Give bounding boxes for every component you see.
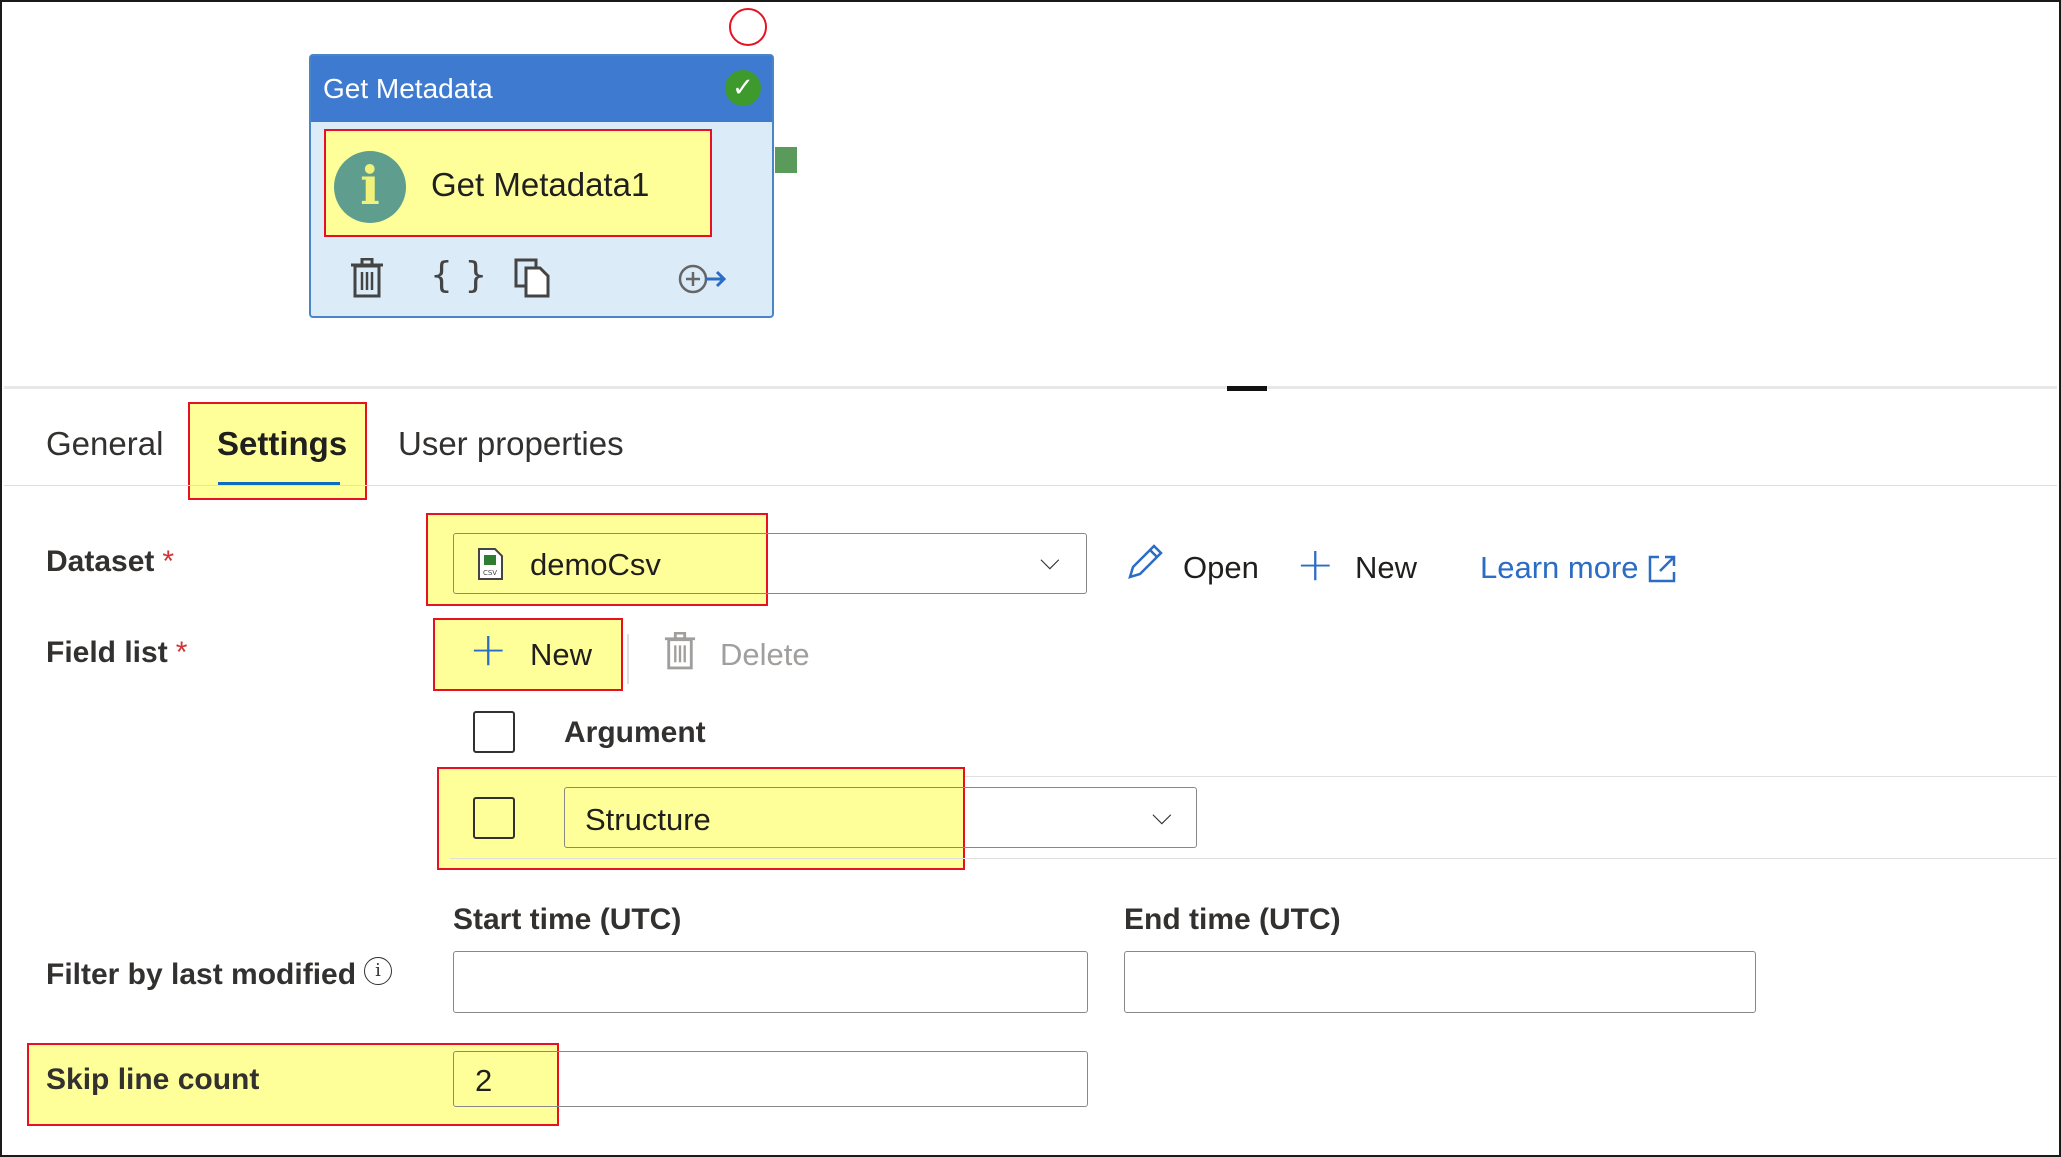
- toolbar-divider: [627, 634, 629, 684]
- copy-icon[interactable]: [514, 258, 550, 307]
- row-checkbox[interactable]: [473, 797, 515, 839]
- tab-general[interactable]: General: [46, 425, 163, 463]
- new-dataset-button[interactable]: New: [1355, 550, 1417, 586]
- pencil-icon[interactable]: [1124, 543, 1164, 588]
- dataset-label: Dataset *: [46, 545, 175, 578]
- plus-icon[interactable]: +: [469, 626, 508, 672]
- external-link-icon[interactable]: [1647, 554, 1677, 589]
- end-time-label: End time (UTC): [1124, 903, 1341, 936]
- info-icon[interactable]: i: [364, 957, 392, 985]
- argument-value: Structure: [585, 802, 711, 837]
- dataset-value: demoCsv: [530, 547, 661, 582]
- delete-field-button[interactable]: Delete: [720, 637, 810, 673]
- csv-file-icon: CSV: [477, 548, 503, 585]
- skip-line-count-input[interactable]: [453, 1051, 1088, 1107]
- activity-name: Get Metadata1: [431, 166, 650, 203]
- end-time-input[interactable]: [1124, 951, 1756, 1013]
- new-field-button[interactable]: New: [530, 637, 592, 673]
- output-port-icon[interactable]: [775, 147, 797, 173]
- argument-column-header: Argument: [564, 716, 706, 749]
- success-check-icon: ✓: [725, 70, 761, 106]
- learn-more-link[interactable]: Learn more: [1480, 550, 1639, 586]
- resize-handle[interactable]: [1227, 386, 1267, 391]
- plus-icon[interactable]: +: [1296, 541, 1335, 587]
- skip-line-count-label: Skip line count: [46, 1063, 260, 1096]
- delete-icon[interactable]: [350, 257, 384, 307]
- info-icon: i: [334, 151, 406, 223]
- start-time-input[interactable]: [453, 951, 1088, 1013]
- new-field-highlight: [433, 618, 623, 691]
- delete-icon[interactable]: [664, 631, 696, 675]
- tab-separator: [4, 485, 2057, 486]
- panel-divider: [4, 386, 2057, 389]
- add-output-icon[interactable]: [678, 262, 728, 305]
- activity-type-title: Get Metadata: [311, 56, 772, 122]
- tab-user-properties[interactable]: User properties: [398, 425, 624, 463]
- chevron-down-icon[interactable]: ⌵: [1152, 801, 1172, 832]
- select-all-checkbox[interactable]: [473, 711, 515, 753]
- tab-settings[interactable]: Settings: [217, 425, 347, 463]
- chevron-down-icon[interactable]: ⌵: [1040, 546, 1060, 577]
- svg-text:CSV: CSV: [483, 569, 497, 577]
- grid-row-separator: [450, 858, 2057, 859]
- start-time-label: Start time (UTC): [453, 903, 682, 936]
- code-icon[interactable]: { }: [430, 256, 487, 296]
- skip-line-count-value: 2: [475, 1063, 493, 1098]
- open-dataset-button[interactable]: Open: [1183, 550, 1259, 586]
- filter-last-modified-label: Filter by last modified: [46, 958, 357, 991]
- connection-handle-icon[interactable]: [729, 8, 767, 46]
- field-list-label: Field list *: [46, 636, 188, 669]
